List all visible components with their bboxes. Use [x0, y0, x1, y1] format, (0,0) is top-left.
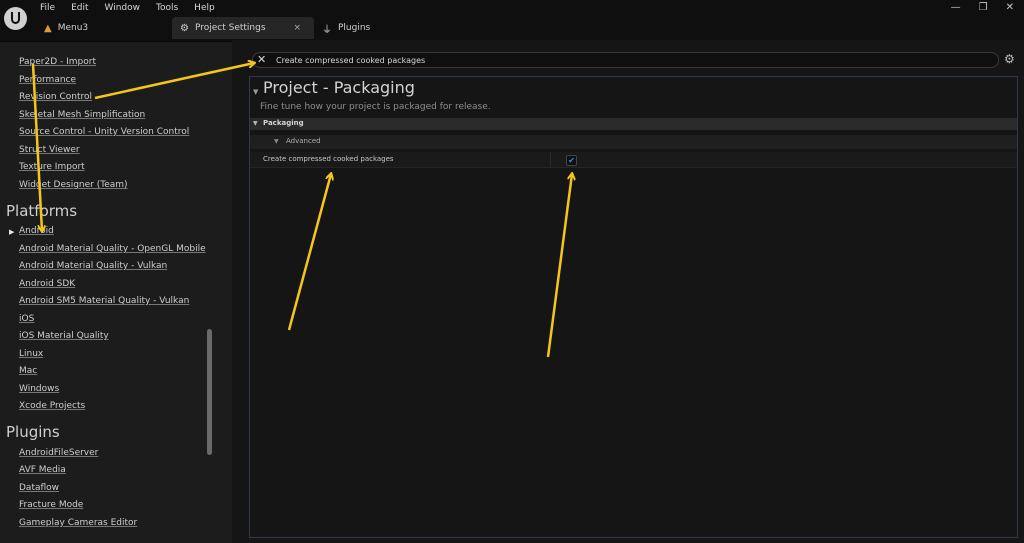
menu-help[interactable]: Help	[194, 3, 215, 13]
collapse-arrow-icon: ▼	[274, 138, 279, 145]
settings-icon: ⚙	[180, 22, 189, 34]
menu-bar: File Edit Window Tools Help	[40, 3, 231, 13]
header-divider	[0, 40, 232, 42]
sidebar-item-revision-control[interactable]: Revision Control	[19, 92, 92, 102]
close-tab-icon[interactable]: ×	[294, 23, 302, 33]
compressed-packages-checkbox[interactable]: ✔	[566, 155, 577, 166]
sidebar-item-paper2d-import[interactable]: Paper2D - Import	[19, 57, 96, 67]
sidebar-item-android-material-quality-opengl[interactable]: Android Material Quality - OpenGL Mobile	[19, 244, 206, 254]
details-panel: ▼ Project - Packaging Fine tune how your…	[249, 76, 1018, 538]
sidebar-item-androidfileserver[interactable]: AndroidFileServer	[19, 448, 98, 458]
clear-search-icon[interactable]: ✕	[257, 53, 266, 67]
sidebar-item-fracture-mode[interactable]: Fracture Mode	[19, 500, 83, 510]
sidebar-item-ios-material-quality[interactable]: iOS Material Quality	[19, 331, 109, 341]
search-input[interactable]	[276, 53, 976, 67]
title-bar: File Edit Window Tools Help — ❐ ✕ ▲ Menu…	[0, 0, 1024, 40]
tab-project-settings[interactable]: ⚙ Project Settings ×	[172, 17, 314, 39]
sidebar-item-avf-media[interactable]: AVF Media	[19, 465, 66, 475]
advanced-label: Advanced	[286, 137, 321, 145]
sidebar-item-performance[interactable]: Performance	[19, 75, 76, 85]
tab-plugins[interactable]: ⏚ Plugins	[314, 17, 378, 39]
category-header-packaging[interactable]: ▼ Packaging	[250, 118, 1017, 130]
sidebar-item-windows[interactable]: Windows	[19, 384, 59, 394]
sidebar-item-mac[interactable]: Mac	[19, 366, 37, 376]
gear-icon[interactable]: ⚙	[1004, 52, 1015, 66]
column-divider[interactable]	[550, 152, 551, 167]
collapse-arrow-icon: ▼	[253, 120, 258, 127]
page-description: Fine tune how your project is packaged f…	[260, 102, 491, 112]
page-title: Project - Packaging	[263, 78, 415, 97]
sidebar-item-gameplay-cameras-editor[interactable]: Gameplay Cameras Editor	[19, 518, 137, 528]
minimize-icon[interactable]: —	[951, 2, 961, 13]
sidebar-item-xcode-projects[interactable]: Xcode Projects	[19, 401, 85, 411]
sidebar-item-android-sdk[interactable]: Android SDK	[19, 279, 75, 289]
sidebar-item-linux[interactable]: Linux	[19, 349, 43, 359]
close-icon[interactable]: ✕	[1006, 2, 1014, 13]
collapse-arrow-icon[interactable]: ▼	[253, 88, 258, 96]
window-controls: — ❐ ✕	[951, 2, 1014, 13]
plugins-heading: Plugins	[6, 423, 60, 441]
plug-icon: ⏚	[322, 24, 332, 36]
level-icon: ▲	[44, 22, 52, 34]
sidebar-item-source-control[interactable]: Source Control - Unity Version Control	[19, 127, 189, 137]
category-label: Packaging	[263, 119, 304, 127]
unreal-logo-icon[interactable]	[4, 7, 27, 30]
property-label: Create compressed cooked packages	[263, 155, 394, 163]
menu-file[interactable]: File	[40, 3, 55, 13]
property-row: Create compressed cooked packages ✔	[250, 152, 1017, 168]
tab-label: Menu3	[57, 23, 89, 33]
menu-window[interactable]: Window	[105, 3, 141, 13]
platforms-heading: Platforms	[6, 202, 78, 220]
selected-arrow-icon: ▶	[9, 228, 15, 236]
settings-sidebar: Paper2D - Import Performance Revision Co…	[0, 40, 232, 543]
sidebar-item-android-material-quality-vulkan[interactable]: Android Material Quality - Vulkan	[19, 261, 167, 271]
sidebar-scrollbar[interactable]	[207, 329, 212, 455]
sidebar-item-widget-designer[interactable]: Widget Designer (Team)	[19, 180, 128, 190]
sidebar-item-skeletal-mesh-simplification[interactable]: Skeletal Mesh Simplification	[19, 110, 145, 120]
tab-label: Project Settings	[194, 23, 266, 33]
sidebar-item-texture-import[interactable]: Texture Import	[19, 162, 85, 172]
tab-bar: ▲ Menu3 ⚙ Project Settings × ⏚ Plugins	[36, 17, 378, 39]
restore-icon[interactable]: ❐	[979, 2, 988, 13]
settings-main-panel: ✕ ⚙ ▼ Project - Packaging Fine tune how …	[232, 40, 1024, 543]
tab-menu3[interactable]: ▲ Menu3	[36, 17, 172, 39]
menu-tools[interactable]: Tools	[156, 3, 178, 13]
search-box[interactable]: ✕	[252, 52, 999, 68]
sidebar-item-dataflow[interactable]: Dataflow	[19, 483, 59, 493]
sidebar-item-ios[interactable]: iOS	[19, 314, 34, 324]
tab-label: Plugins	[338, 23, 371, 33]
sidebar-item-struct-viewer[interactable]: Struct Viewer	[19, 145, 80, 155]
sidebar-item-android-sm5-material-quality[interactable]: Android SM5 Material Quality - Vulkan	[19, 296, 189, 306]
advanced-section-toggle[interactable]: ▼ Advanced	[250, 135, 1017, 149]
menu-edit[interactable]: Edit	[71, 3, 88, 13]
sidebar-item-android[interactable]: Android	[19, 226, 54, 236]
